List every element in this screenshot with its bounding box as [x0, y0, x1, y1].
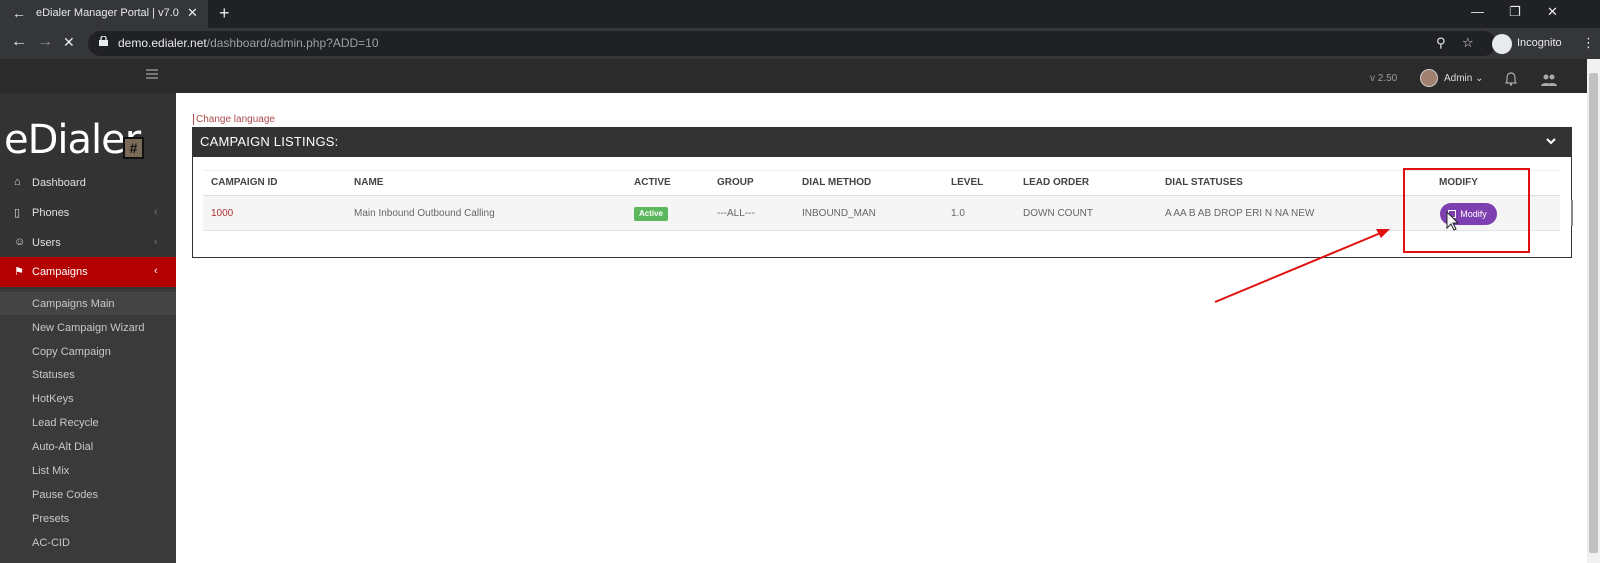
- version-label: v 2.50: [1370, 73, 1398, 84]
- sidebar-item-dashboard[interactable]: ⌂ Dashboard: [0, 168, 176, 198]
- submenu-hotkeys[interactable]: HotKeys: [32, 393, 74, 405]
- forward-icon[interactable]: →: [37, 33, 53, 51]
- browser-tab-bar: [0, 0, 1600, 28]
- sidebar-item-users[interactable]: ☺ Users ‹: [0, 228, 176, 258]
- flag-icon: ⚑: [14, 266, 24, 278]
- col-dial-method[interactable]: DIAL METHOD: [802, 177, 871, 188]
- scrollbar-thumb[interactable]: [1589, 73, 1598, 553]
- zoom-icon[interactable]: ⚲: [1436, 35, 1446, 51]
- new-tab-icon[interactable]: +: [219, 3, 230, 24]
- change-language-link[interactable]: Change language: [196, 114, 275, 125]
- screen: ← eDialer Manager Portal | v7.0 ✕ + — ❐ …: [0, 0, 1600, 563]
- sidebar-item-campaigns[interactable]: ⚑ Campaigns ‹: [0, 257, 176, 287]
- col-dial-statuses[interactable]: DIAL STATUSES: [1165, 177, 1243, 188]
- browser-menu-icon[interactable]: ⋮: [1582, 35, 1595, 51]
- submenu-pause-codes[interactable]: Pause Codes: [32, 489, 98, 501]
- home-icon: ⌂: [14, 176, 21, 188]
- user-menu[interactable]: Admin ⌄: [1444, 73, 1484, 84]
- group-icon[interactable]: [1541, 73, 1557, 87]
- tab-close-icon[interactable]: ✕: [187, 5, 198, 21]
- tab-title: eDialer Manager Portal | v7.0: [36, 7, 179, 19]
- col-group[interactable]: GROUP: [717, 177, 754, 188]
- logo-badge: #: [123, 137, 144, 159]
- stop-loading-icon[interactable]: ✕: [63, 34, 75, 51]
- panel-title: CAMPAIGN LISTINGS:: [200, 134, 339, 149]
- annotation-highlight-box: [1403, 168, 1530, 253]
- phone-icon: ▯: [14, 207, 21, 219]
- collapse-chevron-icon[interactable]: [1546, 136, 1556, 146]
- cell-campaign-id-link[interactable]: 1000: [211, 208, 233, 219]
- window-close-icon[interactable]: ✕: [1547, 4, 1558, 20]
- bookmark-star-icon[interactable]: ☆: [1462, 35, 1474, 51]
- incognito-label: Incognito: [1517, 37, 1562, 49]
- table-header: [203, 170, 1560, 196]
- avatar[interactable]: [1420, 69, 1438, 87]
- submenu-statuses[interactable]: Statuses: [32, 369, 75, 381]
- app-top-bar: [0, 59, 1587, 93]
- submenu-ac-cid[interactable]: AC-CID: [32, 537, 70, 549]
- cell-group: ---ALL---: [717, 208, 755, 219]
- panel-header: [192, 127, 1572, 157]
- submenu-list-mix[interactable]: List Mix: [32, 465, 69, 477]
- submenu-new-campaign-wizard[interactable]: New Campaign Wizard: [32, 322, 144, 334]
- minimize-icon[interactable]: —: [1471, 4, 1484, 19]
- bell-icon[interactable]: [1505, 72, 1517, 86]
- status-badge: Active: [634, 207, 668, 221]
- row-edge-marker: [1571, 200, 1573, 226]
- submenu-lead-recycle[interactable]: Lead Recycle: [32, 417, 99, 429]
- col-active[interactable]: ACTIVE: [634, 177, 671, 188]
- language-divider: [193, 114, 194, 125]
- col-campaign-id[interactable]: CAMPAIGN ID: [211, 177, 277, 188]
- col-name[interactable]: NAME: [354, 177, 383, 188]
- logo: eDialer: [4, 117, 141, 163]
- chevron-left-icon: ‹: [154, 206, 158, 218]
- cell-dial-method: INBOUND_MAN: [802, 208, 876, 219]
- url-text[interactable]: demo.edialer.net/dashboard/admin.php?ADD…: [118, 36, 379, 50]
- incognito-icon[interactable]: [1492, 34, 1512, 54]
- submenu-campaigns-main[interactable]: Campaigns Main: [32, 298, 115, 310]
- sidebar-item-phones[interactable]: ▯ Phones ‹: [0, 198, 176, 228]
- cell-dial-statuses: A AA B AB DROP ERI N NA NEW: [1165, 208, 1315, 219]
- cell-name: Main Inbound Outbound Calling: [354, 208, 495, 219]
- back-icon[interactable]: ←: [11, 33, 27, 51]
- cell-level: 1.0: [951, 208, 965, 219]
- submenu-presets[interactable]: Presets: [32, 513, 69, 525]
- col-level[interactable]: LEVEL: [951, 177, 983, 188]
- tab-back-icon: ←: [12, 5, 26, 21]
- users-icon: ☺: [14, 236, 26, 248]
- chevron-left-icon: ‹: [154, 236, 158, 248]
- browser-tab[interactable]: ← eDialer Manager Portal | v7.0 ✕: [0, 0, 208, 28]
- chevron-left-icon: ‹: [154, 265, 158, 277]
- col-lead-order[interactable]: LEAD ORDER: [1023, 177, 1089, 188]
- lock-icon: [99, 36, 108, 46]
- cell-lead-order: DOWN COUNT: [1023, 208, 1093, 219]
- submenu-auto-alt-dial[interactable]: Auto-Alt Dial: [32, 441, 93, 453]
- restore-icon[interactable]: ❐: [1509, 4, 1521, 20]
- submenu-copy-campaign[interactable]: Copy Campaign: [32, 346, 111, 358]
- hamburger-menu-icon[interactable]: [146, 69, 158, 79]
